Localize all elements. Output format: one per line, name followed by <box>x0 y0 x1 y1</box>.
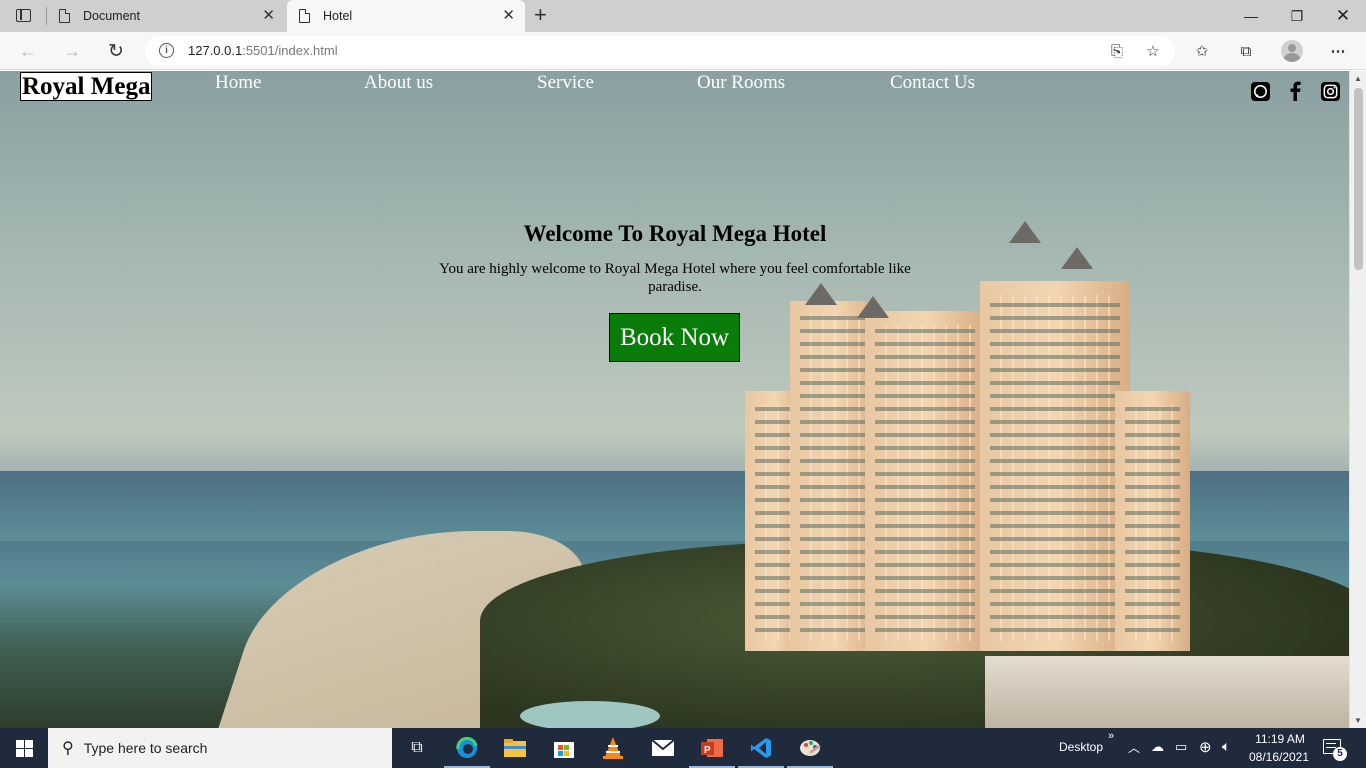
file-explorer-icon[interactable] <box>499 733 531 763</box>
chevron-up-icon[interactable]: ︿ <box>1128 739 1140 756</box>
background-buildings <box>985 656 1349 728</box>
hero-title: Welcome To Royal Mega Hotel <box>523 221 827 246</box>
tab-title: Document <box>83 9 140 23</box>
new-tab-icon[interactable]: + <box>534 4 547 26</box>
page-scrollbar[interactable]: ▲ ▼ <box>1349 71 1366 728</box>
close-tab-icon[interactable]: ✕ <box>502 8 515 23</box>
hero-section: Welcome To Royal Mega Hotel You are high… <box>400 221 950 296</box>
book-now-button[interactable]: Book Now <box>609 313 740 362</box>
search-icon: ⚲ <box>62 740 74 757</box>
onedrive-icon[interactable]: ☁ <box>1151 739 1164 755</box>
background-pool <box>520 701 660 728</box>
url-text: 127.0.0.1:5501/index.html <box>188 43 338 58</box>
edge-icon[interactable] <box>444 733 490 768</box>
scroll-up-icon[interactable]: ▲ <box>1354 74 1362 83</box>
site-navbar: Royal Mega Home About us Service Our Roo… <box>0 71 1349 107</box>
scroll-thumb[interactable] <box>1354 88 1363 270</box>
hero-subtitle: You are highly welcome to Royal Mega Hot… <box>439 261 911 295</box>
mail-icon[interactable] <box>647 733 679 763</box>
url-host: 127.0.0.1 <box>188 43 243 58</box>
whatsapp-icon[interactable] <box>1250 81 1270 101</box>
url-path: :5501/index.html <box>242 43 338 58</box>
vlc-icon[interactable] <box>597 733 629 763</box>
page-icon <box>59 9 70 23</box>
close-tab-icon[interactable]: ✕ <box>262 8 275 23</box>
nav-home[interactable]: Home <box>215 72 261 94</box>
facebook-icon[interactable] <box>1285 81 1305 101</box>
windows-start-icon[interactable] <box>0 728 48 768</box>
volume-icon[interactable]: 🔈︎ <box>1222 738 1230 755</box>
tab-separator <box>46 7 47 25</box>
battery-icon[interactable]: ▭ <box>1175 739 1187 755</box>
search-placeholder: Type here to search <box>83 740 208 756</box>
vscode-icon[interactable] <box>738 733 784 768</box>
tab-hotel[interactable]: Hotel ✕ <box>287 0 525 32</box>
clock-date[interactable]: 08/16/2021 <box>1247 750 1311 764</box>
nav-service[interactable]: Service <box>537 72 594 94</box>
browser-toolbar: ← → ↻ i 127.0.0.1:5501/index.html ⎘ ☆ ✩ … <box>0 32 1366 70</box>
collections-icon[interactable]: ⧉ <box>1236 41 1256 61</box>
more-icon[interactable]: ⋯ <box>1328 41 1348 61</box>
svg-text:P: P <box>704 745 711 756</box>
browser-tab-bar: Document ✕ Hotel ✕ + — ❐ ✕ <box>0 0 1366 32</box>
page-icon <box>299 9 310 23</box>
site-logo[interactable]: Royal Mega <box>20 72 153 101</box>
refresh-icon[interactable]: ↻ <box>104 40 128 62</box>
windows-taskbar: ⚲ Type here to search ⧉ P Desktop » ︿ ☁ … <box>0 728 1366 768</box>
paint-icon[interactable] <box>787 733 833 768</box>
favorites-icon[interactable]: ✩ <box>1192 41 1212 61</box>
back-icon[interactable]: ← <box>16 40 40 62</box>
network-icon[interactable]: ⊕ <box>1199 738 1212 756</box>
store-icon[interactable] <box>548 733 580 763</box>
nav-about-us[interactable]: About us <box>364 72 433 94</box>
read-aloud-icon[interactable]: ⎘ <box>1107 41 1127 61</box>
taskbar-search-box[interactable]: ⚲ Type here to search <box>48 728 392 768</box>
page-viewport: Royal Mega Home About us Service Our Roo… <box>0 71 1349 728</box>
tab-document[interactable]: Document ✕ <box>49 0 285 32</box>
nav-our-rooms[interactable]: Our Rooms <box>697 72 785 94</box>
minimize-icon[interactable]: — <box>1228 0 1274 32</box>
nav-contact-us[interactable]: Contact Us <box>890 72 975 94</box>
tab-title: Hotel <box>323 9 353 23</box>
desktop-toolbar-label[interactable]: Desktop <box>1059 740 1103 754</box>
restore-icon[interactable]: ❐ <box>1274 0 1320 32</box>
profile-avatar[interactable] <box>1281 40 1303 62</box>
tab-actions-icon[interactable] <box>16 9 31 22</box>
add-favorite-icon[interactable]: ☆ <box>1143 41 1163 61</box>
address-bar[interactable]: i 127.0.0.1:5501/index.html ⎘ ☆ <box>145 36 1175 66</box>
notification-badge: 5 <box>1333 747 1347 761</box>
task-view-icon[interactable]: ⧉ <box>401 733 433 763</box>
clock-time[interactable]: 11:19 AM <box>1252 732 1308 746</box>
scroll-down-icon[interactable]: ▼ <box>1354 716 1362 725</box>
powerpoint-icon[interactable]: P <box>689 733 735 768</box>
toolbar-expand-icon[interactable]: » <box>1108 730 1114 742</box>
forward-icon[interactable]: → <box>60 40 84 62</box>
instagram-icon[interactable] <box>1320 81 1340 101</box>
info-icon[interactable]: i <box>159 43 174 58</box>
close-window-icon[interactable]: ✕ <box>1320 0 1366 32</box>
